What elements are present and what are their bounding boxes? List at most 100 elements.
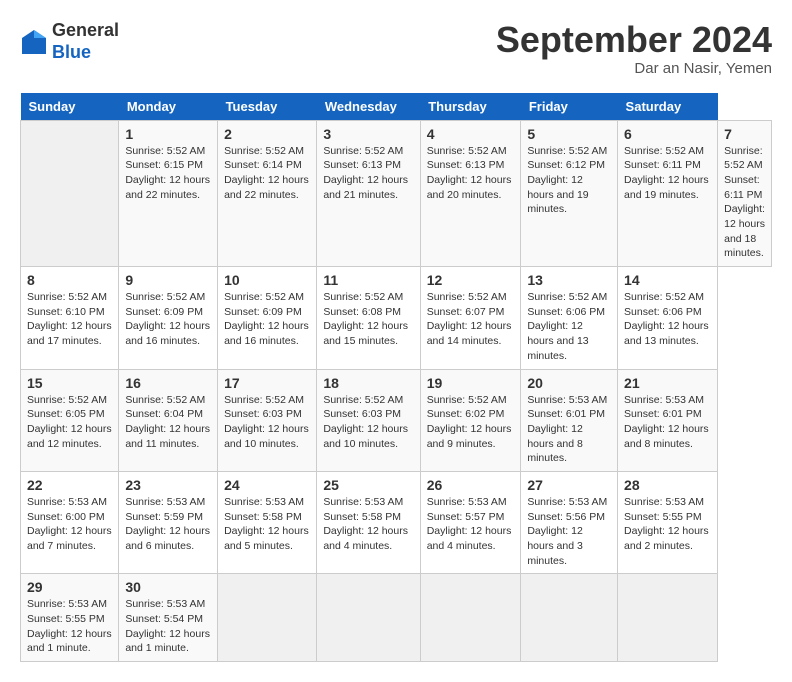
day-detail: Sunrise: 5:52 AM Sunset: 6:09 PM Dayligh… bbox=[125, 290, 211, 349]
day-number: 24 bbox=[224, 477, 310, 493]
calendar-table: SundayMondayTuesdayWednesdayThursdayFrid… bbox=[20, 93, 772, 663]
column-header-sunday: Sunday bbox=[21, 93, 119, 121]
day-detail: Sunrise: 5:53 AM Sunset: 5:58 PM Dayligh… bbox=[224, 495, 310, 554]
calendar-body: 1 Sunrise: 5:52 AM Sunset: 6:15 PM Daylig… bbox=[21, 120, 772, 662]
day-number: 26 bbox=[427, 477, 515, 493]
day-number: 4 bbox=[427, 126, 515, 142]
day-number: 18 bbox=[323, 375, 413, 391]
day-detail: Sunrise: 5:52 AM Sunset: 6:05 PM Dayligh… bbox=[27, 393, 112, 452]
calendar-cell: 4 Sunrise: 5:52 AM Sunset: 6:13 PM Daylig… bbox=[420, 120, 521, 267]
logo-icon bbox=[20, 28, 48, 56]
day-detail: Sunrise: 5:53 AM Sunset: 5:56 PM Dayligh… bbox=[527, 495, 611, 568]
day-detail: Sunrise: 5:53 AM Sunset: 5:57 PM Dayligh… bbox=[427, 495, 515, 554]
day-number: 11 bbox=[323, 272, 413, 288]
day-number: 19 bbox=[427, 375, 515, 391]
day-detail: Sunrise: 5:52 AM Sunset: 6:06 PM Dayligh… bbox=[624, 290, 711, 349]
day-detail: Sunrise: 5:53 AM Sunset: 5:58 PM Dayligh… bbox=[323, 495, 413, 554]
day-detail: Sunrise: 5:52 AM Sunset: 6:03 PM Dayligh… bbox=[224, 393, 310, 452]
calendar-cell bbox=[521, 574, 618, 662]
calendar-cell: 26 Sunrise: 5:53 AM Sunset: 5:57 PM Dayli… bbox=[420, 471, 521, 573]
day-number: 12 bbox=[427, 272, 515, 288]
day-number: 7 bbox=[724, 126, 765, 142]
calendar-cell: 30 Sunrise: 5:53 AM Sunset: 5:54 PM Dayli… bbox=[119, 574, 218, 662]
logo: General Blue bbox=[20, 20, 119, 63]
column-header-tuesday: Tuesday bbox=[218, 93, 317, 121]
day-detail: Sunrise: 5:53 AM Sunset: 6:01 PM Dayligh… bbox=[624, 393, 711, 452]
day-detail: Sunrise: 5:52 AM Sunset: 6:03 PM Dayligh… bbox=[323, 393, 413, 452]
day-number: 17 bbox=[224, 375, 310, 391]
day-detail: Sunrise: 5:52 AM Sunset: 6:13 PM Dayligh… bbox=[323, 144, 413, 203]
calendar-cell: 20Sunrise: 5:53 AM Sunset: 6:01 PM Dayli… bbox=[521, 369, 618, 471]
calendar-cell bbox=[317, 574, 420, 662]
page-header: General Blue September 2024 Dar an Nasir… bbox=[20, 20, 772, 77]
day-number: 25 bbox=[323, 477, 413, 493]
day-number: 5 bbox=[527, 126, 611, 142]
calendar-cell: 14 Sunrise: 5:52 AM Sunset: 6:06 PM Dayli… bbox=[618, 267, 718, 369]
calendar-cell bbox=[21, 120, 119, 267]
day-number: 2 bbox=[224, 126, 310, 142]
calendar-cell: 22 Sunrise: 5:53 AM Sunset: 6:00 PM Dayli… bbox=[21, 471, 119, 573]
day-number: 8 bbox=[27, 272, 112, 288]
column-header-thursday: Thursday bbox=[420, 93, 521, 121]
column-header-monday: Monday bbox=[119, 93, 218, 121]
day-detail: Sunrise: 5:53 AM Sunset: 6:00 PM Dayligh… bbox=[27, 495, 112, 554]
title-block: September 2024 Dar an Nasir, Yemen bbox=[496, 20, 772, 77]
column-header-friday: Friday bbox=[521, 93, 618, 121]
day-detail: Sunrise: 5:53 AM Sunset: 6:01 PM Dayligh… bbox=[527, 393, 611, 466]
day-detail: Sunrise: 5:53 AM Sunset: 5:59 PM Dayligh… bbox=[125, 495, 211, 554]
calendar-header-row: SundayMondayTuesdayWednesdayThursdayFrid… bbox=[21, 93, 772, 121]
calendar-cell: 23Sunrise: 5:53 AM Sunset: 5:59 PM Dayli… bbox=[119, 471, 218, 573]
day-detail: Sunrise: 5:52 AM Sunset: 6:04 PM Dayligh… bbox=[125, 393, 211, 452]
day-number: 21 bbox=[624, 375, 711, 391]
calendar-cell bbox=[218, 574, 317, 662]
day-detail: Sunrise: 5:52 AM Sunset: 6:06 PM Dayligh… bbox=[527, 290, 611, 363]
month-title: September 2024 bbox=[496, 20, 772, 60]
calendar-cell: 24 Sunrise: 5:53 AM Sunset: 5:58 PM Dayli… bbox=[218, 471, 317, 573]
calendar-cell: 19 Sunrise: 5:52 AM Sunset: 6:02 PM Dayli… bbox=[420, 369, 521, 471]
calendar-week-row: 22 Sunrise: 5:53 AM Sunset: 6:00 PM Dayli… bbox=[21, 471, 772, 573]
day-number: 6 bbox=[624, 126, 711, 142]
calendar-cell: 13 Sunrise: 5:52 AM Sunset: 6:06 PM Dayli… bbox=[521, 267, 618, 369]
day-number: 3 bbox=[323, 126, 413, 142]
calendar-cell: 16 Sunrise: 5:52 AM Sunset: 6:04 PM Dayli… bbox=[119, 369, 218, 471]
calendar-cell: 21 Sunrise: 5:53 AM Sunset: 6:01 PM Dayli… bbox=[618, 369, 718, 471]
calendar-week-row: 29Sunrise: 5:53 AM Sunset: 5:55 PM Dayli… bbox=[21, 574, 772, 662]
calendar-week-row: 15 Sunrise: 5:52 AM Sunset: 6:05 PM Dayli… bbox=[21, 369, 772, 471]
calendar-cell: 29Sunrise: 5:53 AM Sunset: 5:55 PM Dayli… bbox=[21, 574, 119, 662]
calendar-cell: 8Sunrise: 5:52 AM Sunset: 6:10 PM Daylig… bbox=[21, 267, 119, 369]
day-detail: Sunrise: 5:52 AM Sunset: 6:13 PM Dayligh… bbox=[427, 144, 515, 203]
day-number: 22 bbox=[27, 477, 112, 493]
day-detail: Sunrise: 5:52 AM Sunset: 6:15 PM Dayligh… bbox=[125, 144, 211, 203]
day-number: 28 bbox=[624, 477, 711, 493]
day-number: 14 bbox=[624, 272, 711, 288]
day-detail: Sunrise: 5:52 AM Sunset: 6:02 PM Dayligh… bbox=[427, 393, 515, 452]
calendar-cell: 5 Sunrise: 5:52 AM Sunset: 6:12 PM Daylig… bbox=[521, 120, 618, 267]
column-header-wednesday: Wednesday bbox=[317, 93, 420, 121]
day-detail: Sunrise: 5:52 AM Sunset: 6:08 PM Dayligh… bbox=[323, 290, 413, 349]
calendar-cell: 12 Sunrise: 5:52 AM Sunset: 6:07 PM Dayli… bbox=[420, 267, 521, 369]
day-number: 1 bbox=[125, 126, 211, 142]
location: Dar an Nasir, Yemen bbox=[496, 60, 772, 77]
calendar-cell: 7 Sunrise: 5:52 AM Sunset: 6:11 PM Daylig… bbox=[718, 120, 772, 267]
calendar-cell: 27Sunrise: 5:53 AM Sunset: 5:56 PM Dayli… bbox=[521, 471, 618, 573]
calendar-cell: 6Sunrise: 5:52 AM Sunset: 6:11 PM Daylig… bbox=[618, 120, 718, 267]
day-number: 30 bbox=[125, 579, 211, 595]
day-detail: Sunrise: 5:52 AM Sunset: 6:14 PM Dayligh… bbox=[224, 144, 310, 203]
calendar-week-row: 1 Sunrise: 5:52 AM Sunset: 6:15 PM Daylig… bbox=[21, 120, 772, 267]
day-number: 9 bbox=[125, 272, 211, 288]
day-detail: Sunrise: 5:52 AM Sunset: 6:11 PM Dayligh… bbox=[724, 144, 765, 262]
day-number: 13 bbox=[527, 272, 611, 288]
column-header-saturday: Saturday bbox=[618, 93, 718, 121]
calendar-cell: 2 Sunrise: 5:52 AM Sunset: 6:14 PM Daylig… bbox=[218, 120, 317, 267]
day-number: 15 bbox=[27, 375, 112, 391]
calendar-cell: 25 Sunrise: 5:53 AM Sunset: 5:58 PM Dayli… bbox=[317, 471, 420, 573]
calendar-cell: 11 Sunrise: 5:52 AM Sunset: 6:08 PM Dayli… bbox=[317, 267, 420, 369]
day-detail: Sunrise: 5:52 AM Sunset: 6:12 PM Dayligh… bbox=[527, 144, 611, 217]
calendar-cell bbox=[618, 574, 718, 662]
calendar-cell: 9 Sunrise: 5:52 AM Sunset: 6:09 PM Daylig… bbox=[119, 267, 218, 369]
calendar-cell: 28Sunrise: 5:53 AM Sunset: 5:55 PM Dayli… bbox=[618, 471, 718, 573]
day-number: 16 bbox=[125, 375, 211, 391]
day-detail: Sunrise: 5:52 AM Sunset: 6:07 PM Dayligh… bbox=[427, 290, 515, 349]
day-number: 29 bbox=[27, 579, 112, 595]
day-detail: Sunrise: 5:53 AM Sunset: 5:54 PM Dayligh… bbox=[125, 597, 211, 656]
